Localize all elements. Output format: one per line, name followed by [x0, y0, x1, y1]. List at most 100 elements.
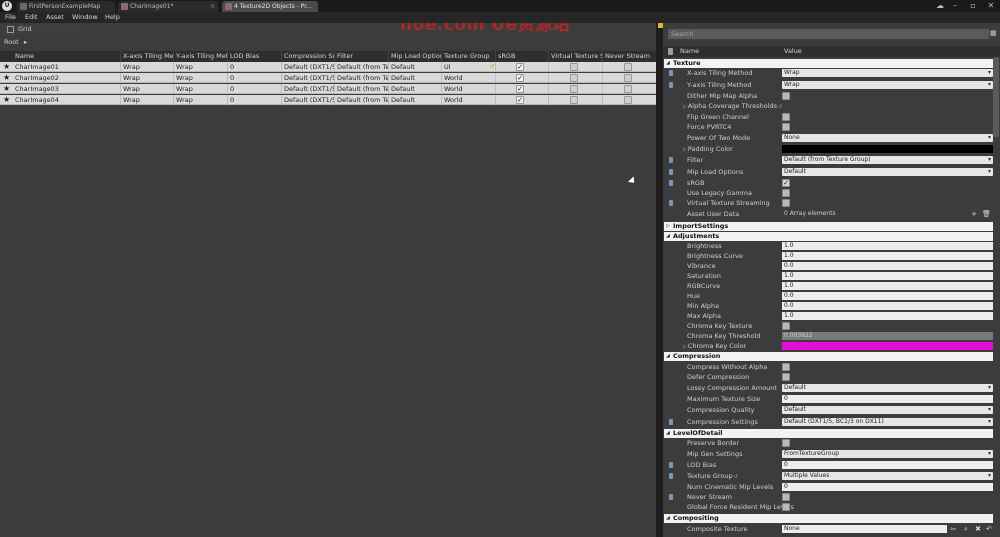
vts-checkbox[interactable] [570, 96, 578, 104]
expand-arrow-icon[interactable]: ▷ [683, 104, 687, 110]
flip-green-checkbox[interactable] [782, 113, 790, 121]
category-level-of-detail[interactable]: ◢ LevelOfDetail [664, 429, 993, 438]
tab-level-map[interactable]: FirstPersonExampleMap [17, 1, 115, 12]
chroma-key-color-swatch[interactable] [782, 342, 993, 350]
cell-texture-group[interactable]: World [441, 84, 495, 94]
minimize-icon[interactable]: – [946, 0, 964, 12]
cell-x-tiling[interactable]: Wrap [120, 95, 173, 105]
breadcrumb-root[interactable]: Root [4, 38, 19, 46]
never-stream-checkbox[interactable] [624, 96, 632, 104]
filter-dropdown[interactable]: Default (from Texture Group) [782, 156, 993, 164]
srgb-checkbox[interactable]: ✓ [782, 179, 790, 187]
menu-help[interactable]: Help [105, 12, 120, 23]
compression-quality-dropdown[interactable]: Default [782, 406, 993, 414]
reset-to-default-icon[interactable]: ↺ [734, 474, 738, 480]
cell-y-tiling[interactable]: Wrap [173, 84, 227, 94]
property-padding-color[interactable]: ▷Padding Color [664, 144, 993, 154]
table-row[interactable]: ★ CharImage04 Wrap Wrap 0 Default (DXT1/… [0, 95, 656, 105]
compress-without-alpha-checkbox[interactable] [782, 363, 790, 371]
cell-mip-load[interactable]: Default [388, 73, 441, 83]
table-row[interactable]: ★ CharImage01 Wrap Wrap 0 Default (DXT1/… [0, 62, 656, 72]
vts-checkbox[interactable] [570, 63, 578, 71]
cell-compression[interactable]: Default (DXT1/5, [281, 73, 334, 83]
legacy-gamma-checkbox[interactable] [782, 189, 790, 197]
brightness-curve-input[interactable]: 1.0 [782, 252, 993, 260]
column-header-never-stream[interactable]: Never Stream [602, 51, 656, 62]
close-icon[interactable]: × [210, 1, 215, 12]
cell-mip-load[interactable]: Default [388, 84, 441, 94]
cell-mip-load[interactable]: Default [388, 95, 441, 105]
dither-checkbox[interactable] [782, 92, 790, 100]
column-header-mip-load[interactable]: Mip Load Options [388, 51, 441, 62]
preserve-border-checkbox[interactable] [782, 439, 790, 447]
never-stream-checkbox[interactable] [624, 63, 632, 71]
tab-char-image[interactable]: CharImage01* × [118, 1, 218, 12]
cell-compression[interactable]: Default (DXT1/5, [281, 62, 334, 72]
close-window-icon[interactable]: ✕ [982, 0, 1000, 12]
cell-compression[interactable]: Default (DXT1/5, [281, 84, 334, 94]
never-stream-checkbox[interactable] [624, 85, 632, 93]
srgb-checkbox[interactable]: ✓ [516, 74, 524, 82]
category-adjustments[interactable]: ◢ Adjustments [664, 232, 993, 241]
brightness-input[interactable]: 1.0 [782, 242, 993, 250]
cell-x-tiling[interactable]: Wrap [120, 84, 173, 94]
cell-filter[interactable]: Default (from Tex [334, 62, 388, 72]
chroma-key-threshold-input[interactable]: 0.003922 [782, 332, 993, 340]
cell-compression[interactable]: Default (DXT1/5, [281, 95, 334, 105]
saturation-input[interactable]: 1.0 [782, 272, 993, 280]
pin-icon[interactable]: ★ [3, 95, 13, 105]
cell-lod-bias[interactable]: 0 [227, 84, 281, 94]
rgbcurve-input[interactable]: 1.0 [782, 282, 993, 290]
column-header-filter[interactable]: Filter [334, 51, 388, 62]
composite-texture-field[interactable]: None [782, 525, 947, 533]
category-compositing[interactable]: ◢ Compositing [664, 514, 993, 523]
chroma-key-texture-checkbox[interactable] [782, 322, 790, 330]
expand-arrow-icon[interactable]: ▷ [683, 147, 687, 153]
property-alpha-coverage[interactable]: ▷Alpha Coverage Thresholds↺ [664, 101, 993, 111]
property-chroma-key-color[interactable]: ▷Chroma Key Color [664, 341, 993, 351]
cell-y-tiling[interactable]: Wrap [173, 62, 227, 72]
reset-to-default-icon[interactable]: ↺ [488, 63, 495, 71]
cell-texture-group[interactable]: World [441, 95, 495, 105]
cell-y-tiling[interactable]: Wrap [173, 73, 227, 83]
reset-to-default-icon[interactable]: ↺ [778, 104, 782, 110]
pin-icon[interactable]: ★ [3, 62, 13, 72]
force-pvrtc4-checkbox[interactable] [782, 123, 790, 131]
table-row[interactable]: ★ CharImage02 Wrap Wrap 0 Default (DXT1/… [0, 73, 656, 83]
category-texture[interactable]: ◢ Texture [664, 59, 993, 68]
menu-edit[interactable]: Edit [25, 12, 38, 23]
mip-gen-dropdown[interactable]: FromTextureGroup [782, 450, 993, 458]
cell-filter[interactable]: Default (from Tex [334, 95, 388, 105]
x-tiling-dropdown[interactable]: Wrap [782, 69, 993, 77]
help-icon[interactable]: ☁ [934, 0, 946, 12]
cell-y-tiling[interactable]: Wrap [173, 95, 227, 105]
never-stream-checkbox[interactable] [624, 74, 632, 82]
menu-asset[interactable]: Asset [46, 12, 64, 23]
column-header-y-tiling[interactable]: Y-axis Tiling Method [173, 51, 227, 62]
cell-filter[interactable]: Default (from Tex [334, 84, 388, 94]
grid-tab[interactable]: Grid [2, 24, 82, 35]
cell-lod-bias[interactable]: 0 [227, 62, 281, 72]
cell-mip-load[interactable]: Default [388, 62, 441, 72]
cell-x-tiling[interactable]: Wrap [120, 73, 173, 83]
trash-icon[interactable]: 🗑 [982, 209, 991, 219]
cell-filter[interactable]: Default (from Tex [334, 73, 388, 83]
column-header-x-tiling[interactable]: X-axis Tiling Method [120, 51, 173, 62]
cell-texture-group[interactable]: UI ↺ [441, 62, 495, 72]
table-row[interactable]: ★ CharImage03 Wrap Wrap 0 Default (DXT1/… [0, 84, 656, 94]
clear-icon[interactable]: ✖ [974, 524, 982, 534]
column-header-compression[interactable]: Compression Settings [281, 51, 334, 62]
use-selected-arrow-icon[interactable]: ⇦ [949, 524, 957, 534]
breadcrumb[interactable]: Root ▸ [4, 38, 27, 47]
panel-splitter[interactable] [656, 23, 663, 537]
lod-bias-input[interactable]: 0 [782, 461, 993, 469]
cell-texture-group[interactable]: World [441, 73, 495, 83]
details-search-input[interactable]: Search [668, 29, 989, 39]
pin-icon[interactable]: ★ [3, 73, 13, 83]
menu-window[interactable]: Window [72, 12, 98, 23]
column-header-name[interactable]: Name [13, 51, 120, 62]
reset-arrow-icon[interactable]: ↶ [985, 524, 993, 534]
column-header-texture-group[interactable]: Texture Group [441, 51, 495, 62]
srgb-checkbox[interactable]: ✓ [516, 63, 524, 71]
vts-checkbox[interactable] [782, 199, 790, 207]
